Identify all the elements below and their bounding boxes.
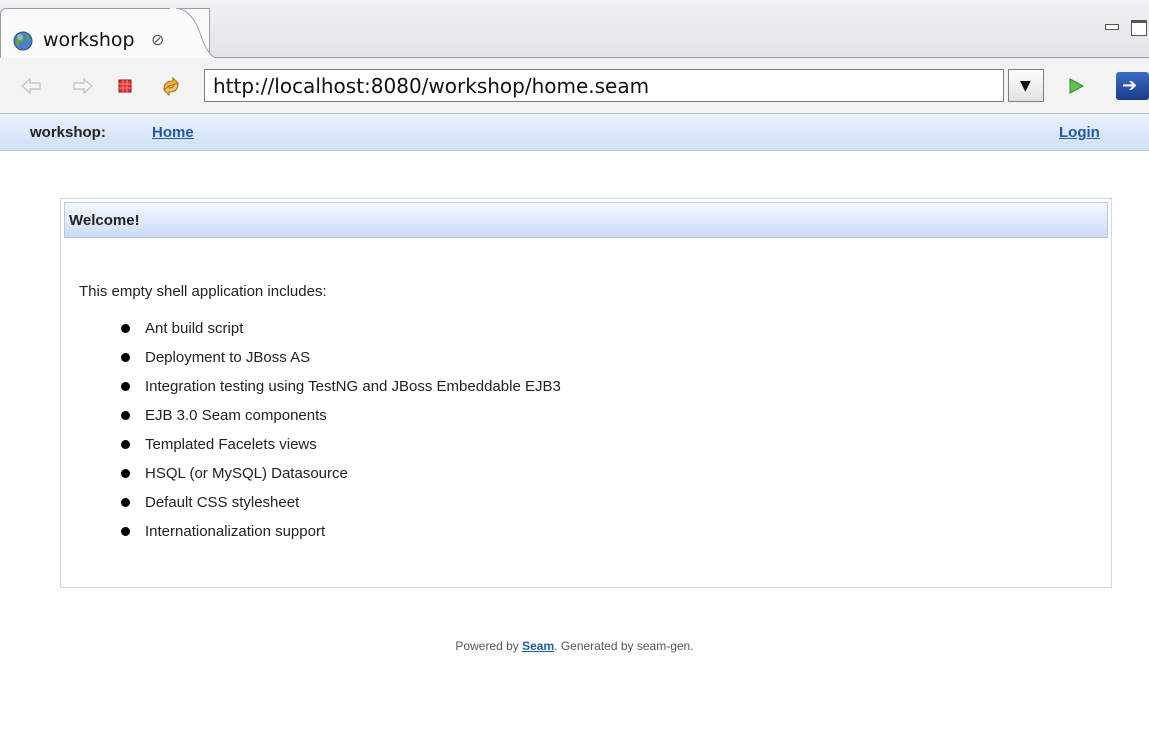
open-external-icon: ➔ [1122, 75, 1138, 96]
list-item: Integration testing using TestNG and JBo… [121, 377, 561, 406]
app-name-label: workshop: [30, 124, 106, 141]
home-link[interactable]: Home [152, 124, 194, 141]
intro-text: This empty shell application includes: [79, 283, 327, 300]
tab-title: workshop [43, 29, 135, 51]
panel-title: Welcome! [69, 212, 140, 229]
forward-icon[interactable] [72, 75, 94, 97]
browser-toolbar: http://localhost:8080/workshop/home.seam… [0, 58, 1149, 114]
feature-list: Ant build script Deployment to JBoss AS … [121, 319, 561, 551]
minimize-icon[interactable] [1105, 24, 1119, 30]
page-footer: Powered by Seam. Generated by seam-gen. [0, 639, 1149, 653]
list-item: EJB 3.0 Seam components [121, 406, 561, 435]
tab-edge [170, 8, 214, 58]
list-item: Templated Facelets views [121, 435, 561, 464]
globe-icon [13, 31, 33, 51]
login-link[interactable]: Login [1059, 124, 1100, 141]
refresh-icon[interactable] [160, 75, 182, 97]
back-icon[interactable] [20, 75, 42, 97]
url-text: http://localhost:8080/workshop/home.seam [213, 74, 650, 98]
url-input[interactable]: http://localhost:8080/workshop/home.seam [204, 69, 1004, 102]
maximize-icon[interactable] [1131, 20, 1147, 36]
panel-header: Welcome! [64, 202, 1108, 238]
list-item: HSQL (or MySQL) Datasource [121, 464, 561, 493]
list-item: Default CSS stylesheet [121, 493, 561, 522]
close-icon[interactable]: ⊘ [151, 30, 164, 49]
url-dropdown-button[interactable]: ▼ [1008, 69, 1044, 102]
list-item: Internationalization support [121, 522, 561, 551]
open-external-button[interactable]: ➔ [1116, 72, 1149, 100]
editor-tab-bar: workshop ⊘ [0, 0, 1149, 58]
web-page: workshop: Home Login Welcome! This empty… [0, 114, 1149, 755]
go-icon[interactable] [1066, 76, 1086, 96]
welcome-panel: Welcome! This empty shell application in… [60, 198, 1112, 588]
list-item: Ant build script [121, 319, 561, 348]
stop-icon[interactable] [114, 75, 136, 97]
footer-suffix: . Generated by seam-gen. [554, 639, 694, 653]
list-item: Deployment to JBoss AS [121, 348, 561, 377]
footer-prefix: Powered by [455, 639, 523, 653]
seam-link[interactable]: Seam [522, 639, 554, 653]
dropdown-icon: ▼ [1020, 78, 1031, 94]
app-menubar: workshop: Home Login [0, 114, 1149, 151]
